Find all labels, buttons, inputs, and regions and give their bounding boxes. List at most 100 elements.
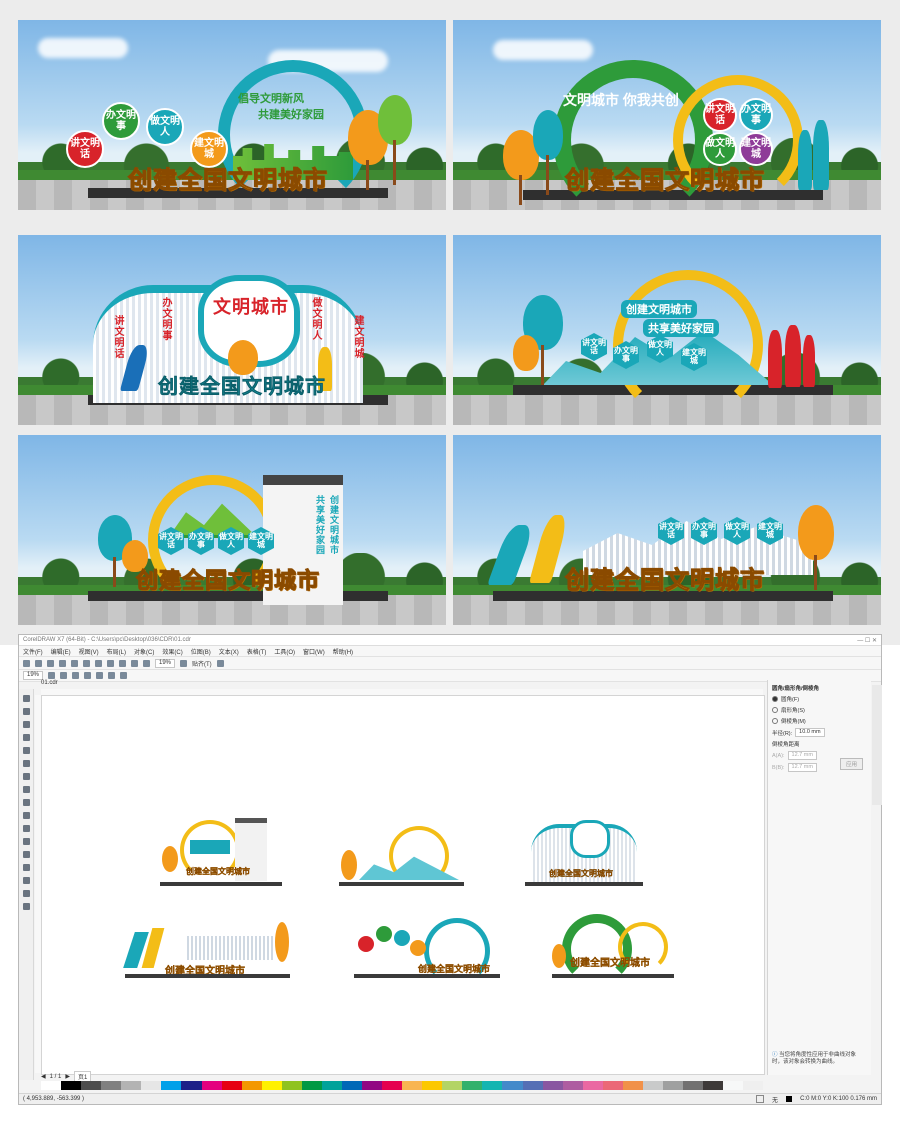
badge-2: 办文明事 <box>102 102 140 140</box>
rectangle-tool-icon[interactable] <box>22 773 30 780</box>
drawing-canvas[interactable]: 创建全国文明城市 创建全国文明城市 创建全国文明城市 创建全国文明城市 创建全国… <box>41 695 765 1075</box>
canvas-design-5[interactable]: 创建全国文明城市 <box>354 916 500 984</box>
canvas-design-2[interactable] <box>339 824 464 886</box>
ellipse-tool-icon[interactable] <box>22 786 30 793</box>
interactive-fill-icon[interactable] <box>22 890 30 897</box>
parallel-dimension-icon[interactable] <box>22 825 30 832</box>
last-page-icon[interactable]: ▶ <box>65 1073 70 1080</box>
menu-help[interactable]: 帮助(H) <box>333 647 353 656</box>
redo-icon[interactable] <box>119 659 126 667</box>
canvas-design-3[interactable]: 创建全国文明城市 <box>525 816 643 886</box>
canvas-design-6[interactable]: 创建全国文明城市 <box>552 910 674 984</box>
zoom-in-icon[interactable] <box>48 672 56 679</box>
option-chamfer[interactable]: 倒棱角(M) <box>772 717 867 725</box>
arch-line-2: 共享美好家园 <box>643 319 719 337</box>
undo-icon[interactable] <box>107 659 114 667</box>
arch-line-1: 创建文明城市 <box>621 300 697 318</box>
menu-tools[interactable]: 工具(O) <box>274 647 295 656</box>
color-palette[interactable] <box>41 1081 764 1090</box>
render-6: 讲文明话 办文明事 做文明人 建文明城 创建全国文明城市 <box>453 435 881 625</box>
distance-a-input[interactable]: 12.7 mm <box>787 751 817 760</box>
vertical-text-2: 共享美好家园 <box>315 495 325 555</box>
menu-file[interactable]: 文件(F) <box>23 647 43 656</box>
menu-window[interactable]: 窗口(W) <box>303 647 325 656</box>
drop-shadow-icon[interactable] <box>22 851 30 858</box>
menu-view[interactable]: 视图(V) <box>79 647 99 656</box>
smart-fill-icon[interactable] <box>22 903 30 910</box>
menu-object[interactable]: 对象(C) <box>134 647 154 656</box>
zoom-width-icon[interactable] <box>108 672 116 679</box>
render-5: 创建文明城市 共享美好家园 讲文明话 办文明事 做文明人 建文明城 创建全国文明… <box>18 435 446 625</box>
crop-tool-icon[interactable] <box>22 721 30 728</box>
app-window: CorelDRAW X7 (64-Bit) - C:\Users\pc\Desk… <box>18 634 882 1105</box>
canvas-design-1[interactable]: 创建全国文明城市 <box>160 816 282 886</box>
docker-title: 圆角/扇形角/倒棱角 <box>772 686 820 692</box>
artistic-media-icon[interactable] <box>22 760 30 767</box>
window-controls[interactable]: — ☐ ✕ <box>857 637 877 644</box>
render-1-title: 创建全国文明城市 <box>128 167 328 195</box>
zoom-tool-icon[interactable] <box>22 734 30 741</box>
render-2: 文明城市 你我共创 讲文明话 办文明事 做文明人 建文明城 创建全国文明城市 <box>453 20 881 210</box>
print-icon[interactable] <box>59 659 66 667</box>
pick-tool-icon[interactable] <box>22 695 30 702</box>
zoom-all-icon[interactable] <box>84 672 92 679</box>
import-icon[interactable] <box>131 659 138 667</box>
docker-note-text: 当您将角度性应用于非曲线对象时，该对象会转换为曲线。 <box>772 1052 857 1066</box>
options-icon[interactable] <box>216 659 224 667</box>
zoom-select[interactable]: 19% <box>155 658 176 668</box>
snap-dropdown[interactable]: 贴齐(T) <box>192 659 212 668</box>
radio-fillet[interactable] <box>772 696 778 702</box>
paste-icon[interactable] <box>95 659 102 667</box>
zoom-out-icon[interactable] <box>60 672 68 679</box>
menu-bitmap[interactable]: 位图(B) <box>191 647 211 656</box>
zoom-selected-icon[interactable] <box>72 672 80 679</box>
window-title: CorelDRAW X7 (64-Bit) - C:\Users\pc\Desk… <box>23 637 191 643</box>
option-scallop[interactable]: 扇形角(S) <box>772 706 867 714</box>
status-bar: ( 4,953.889, -563.399 ) 无 C:0 M:0 Y:0 K:… <box>19 1093 881 1104</box>
option-chamfer-label: 倒棱角(M) <box>781 719 806 725</box>
copy-icon[interactable] <box>83 659 90 667</box>
menu-effects[interactable]: 效果(C) <box>162 647 182 656</box>
arch-line-1: 倡导文明新风 <box>238 93 304 105</box>
radio-scallop[interactable] <box>772 707 778 713</box>
fill-status: 无 <box>772 1097 779 1104</box>
prop-zoom-select[interactable]: 19% <box>23 671 44 680</box>
connector-tool-icon[interactable] <box>22 838 30 845</box>
menu-table[interactable]: 表格(T) <box>247 647 267 656</box>
menu-text[interactable]: 文本(X) <box>219 647 239 656</box>
zoom-page-icon[interactable] <box>96 672 104 679</box>
new-icon[interactable] <box>23 659 30 667</box>
info-icon: ⓘ <box>772 1052 780 1058</box>
apply-button[interactable]: 应用 <box>839 758 863 770</box>
render-6-title: 创建全国文明城市 <box>565 567 765 595</box>
cut-icon[interactable] <box>71 659 78 667</box>
freehand-tool-icon[interactable] <box>22 747 30 754</box>
option-scallop-label: 扇形角(S) <box>781 708 805 714</box>
distance-b-input[interactable]: 12.7 mm <box>787 763 817 772</box>
docker-side-tabs[interactable] <box>872 685 882 805</box>
save-icon[interactable] <box>47 659 54 667</box>
fullscreen-icon[interactable] <box>180 659 188 667</box>
menu-edit[interactable]: 编辑(E) <box>51 647 71 656</box>
first-page-icon[interactable]: ◀ <box>41 1073 46 1080</box>
menu-layout[interactable]: 布局(L) <box>107 647 126 656</box>
radius-input[interactable]: 10.0 mm <box>795 728 825 737</box>
canvas-design-4[interactable]: 创建全国文明城市 <box>123 916 290 978</box>
export-icon[interactable] <box>143 659 150 667</box>
document-tab[interactable]: 01.cdr <box>41 680 58 686</box>
polygon-tool-icon[interactable] <box>22 799 30 806</box>
option-fillet[interactable]: 圆角(F) <box>772 695 867 703</box>
zoom-height-icon[interactable] <box>120 672 128 679</box>
menu-bar: 文件(F) 编辑(E) 视图(V) 布局(L) 对象(C) 效果(C) 位图(B… <box>19 646 881 657</box>
radius-label: 半径(R): <box>772 730 793 737</box>
outline-status: C:0 M:0 Y:0 K:100 0.176 mm <box>800 1096 877 1102</box>
eyedropper-icon[interactable] <box>22 877 30 884</box>
shape-tool-icon[interactable] <box>22 708 30 715</box>
radio-chamfer[interactable] <box>772 718 778 724</box>
page-navigator: ◀ 1 / 1 ▶ 页1 <box>41 1071 92 1082</box>
text-tool-icon[interactable] <box>22 812 30 819</box>
badge-1: 讲文明话 <box>66 130 104 168</box>
open-icon[interactable] <box>35 659 42 667</box>
transparency-icon[interactable] <box>22 864 30 871</box>
option-fillet-label: 圆角(F) <box>781 697 800 703</box>
